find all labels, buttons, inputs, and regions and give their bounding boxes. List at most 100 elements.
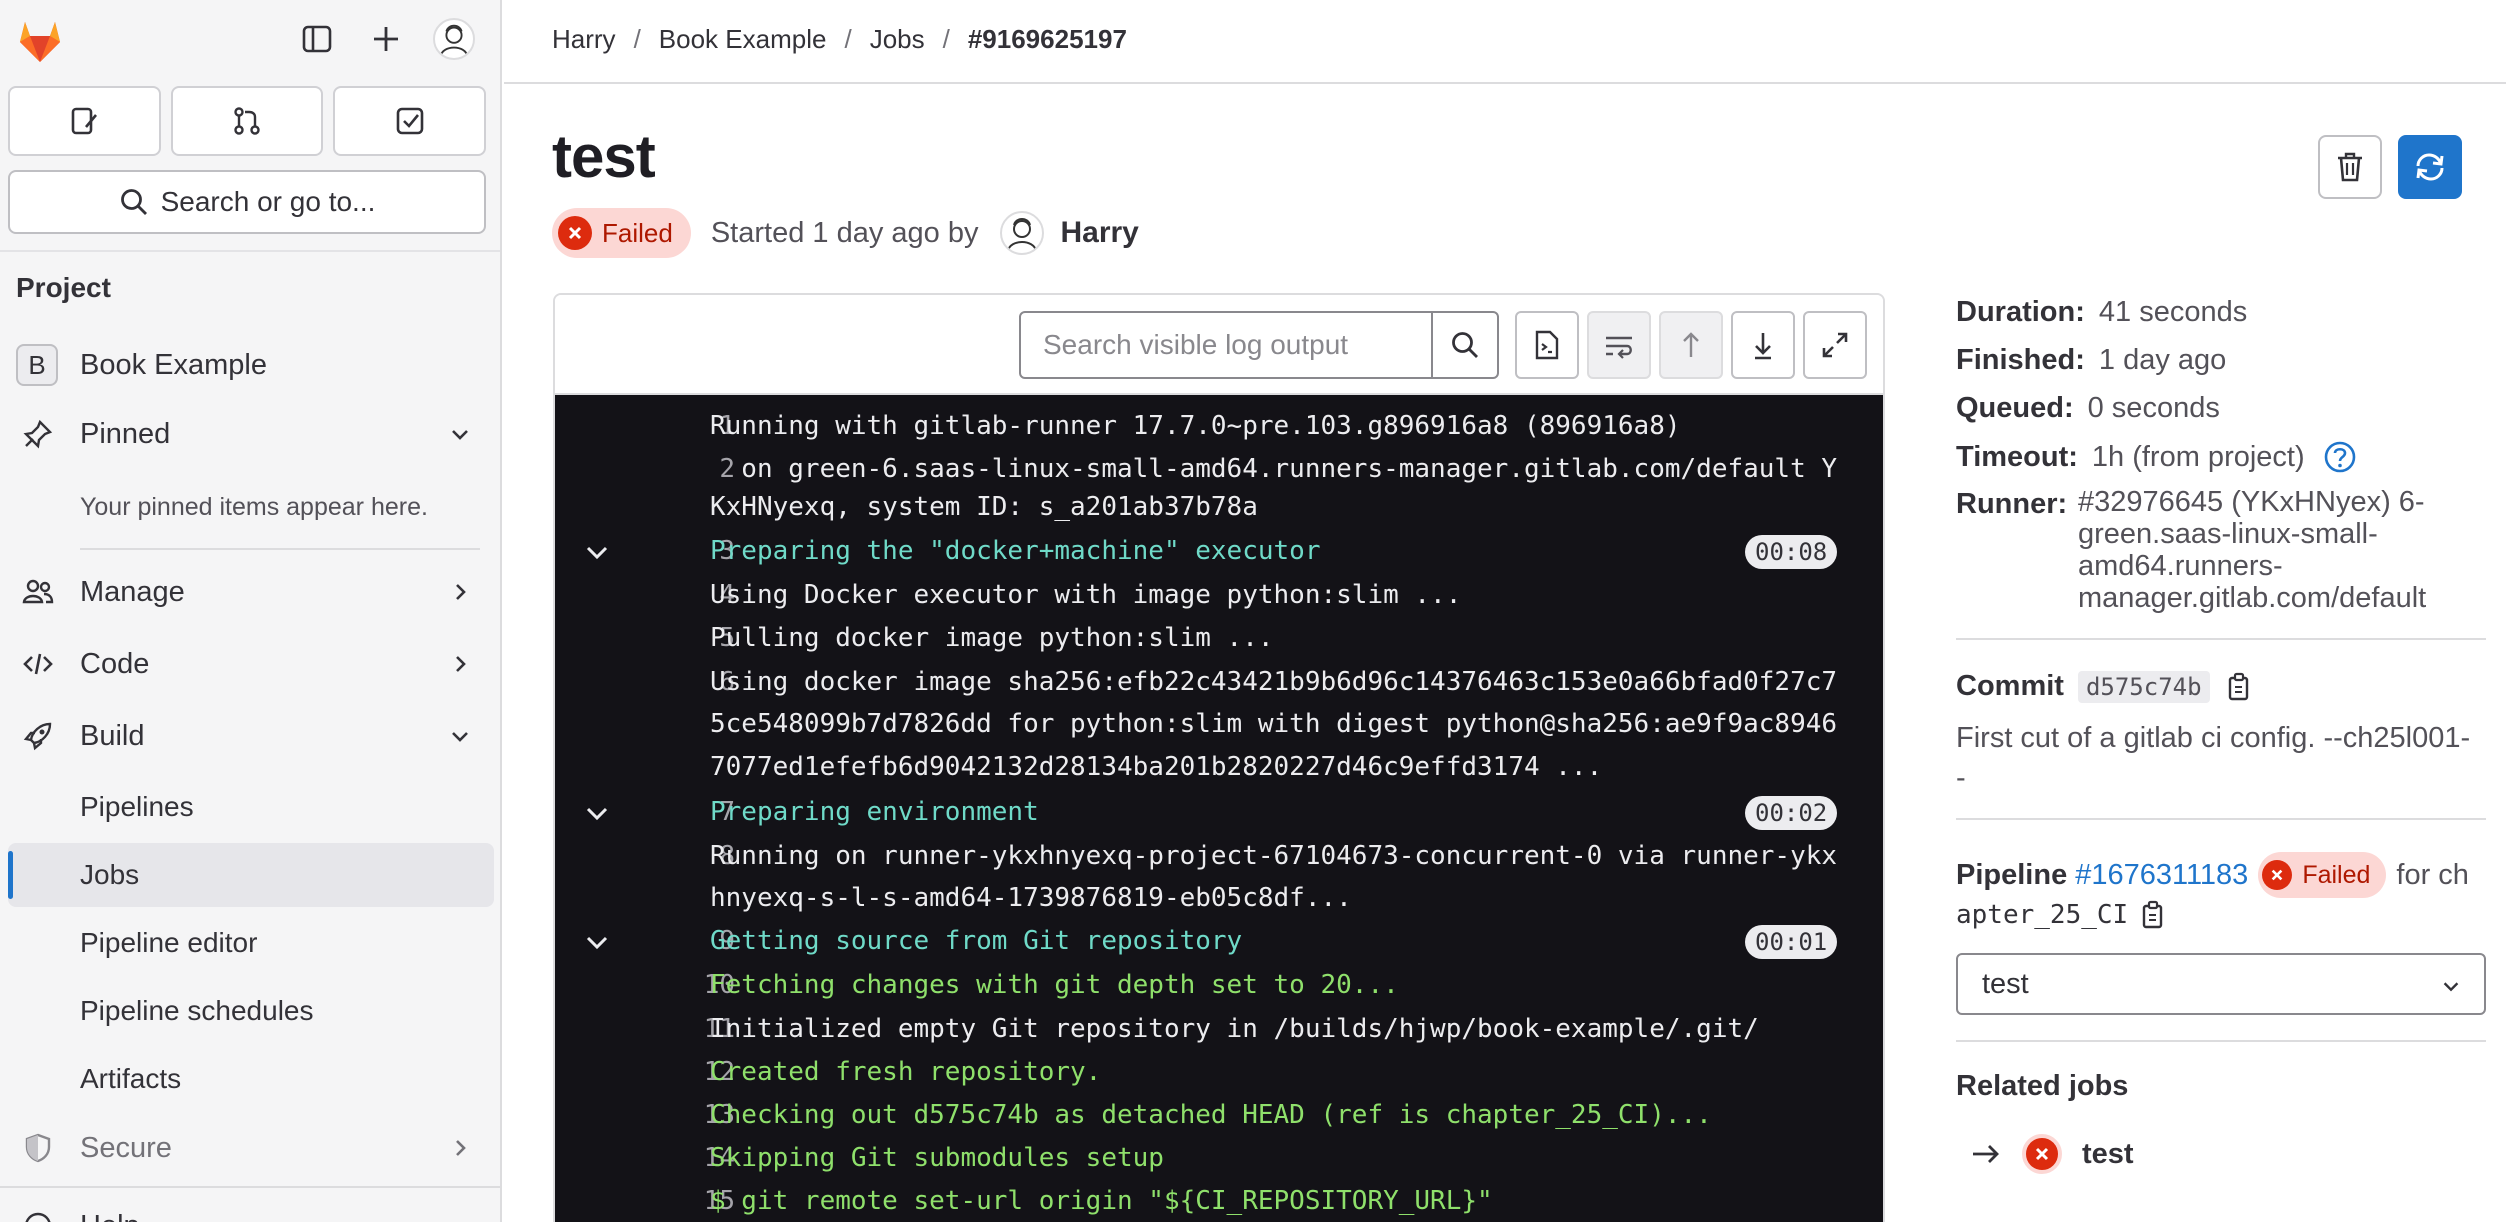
chevron-down-icon[interactable] xyxy=(583,930,611,954)
commit-sha[interactable]: d575c74b xyxy=(2077,670,2210,703)
duration-value: 41 seconds xyxy=(2098,296,2248,328)
divider xyxy=(80,548,480,550)
user-avatar[interactable] xyxy=(433,18,475,60)
log-line: 9 Getting source from Git repository 00:01 xyxy=(555,920,1883,963)
pipeline-status-label: Failed xyxy=(2302,860,2371,889)
pinned-empty-note: Your pinned items appear here. xyxy=(80,493,428,521)
log-line: 15 $ git remote set-url origin "${CI_REPO… xyxy=(555,1180,1883,1222)
duration-row: Duration: 41 seconds xyxy=(1956,296,2247,329)
chevron-right-icon xyxy=(456,584,466,600)
merge-requests-tab[interactable] xyxy=(170,86,324,156)
sidebar: Search or go to... Project B Book Exampl… xyxy=(0,0,502,1222)
log-line: 11 Initialized empty Git repository in /b… xyxy=(555,1008,1883,1051)
help-button[interactable]: Help xyxy=(0,1196,500,1222)
sidebar-item-label: Build xyxy=(80,719,145,752)
queued-value: 0 seconds xyxy=(2087,392,2220,424)
commit-row: Commit d575c74b xyxy=(1956,670,2252,703)
log-text: Initialized empty Git repository in /bui… xyxy=(710,1014,1759,1044)
pipeline-label: Pipeline xyxy=(1956,858,2068,891)
todos-tab[interactable] xyxy=(333,86,487,156)
maximize-icon xyxy=(1822,332,1848,358)
issues-tab[interactable] xyxy=(8,86,161,156)
trash-icon xyxy=(2338,152,2362,182)
page-title: test xyxy=(552,123,656,190)
users-icon xyxy=(20,574,56,610)
gitlab-logo-icon[interactable] xyxy=(12,12,68,68)
project-link[interactable]: B Book Example xyxy=(0,335,500,395)
chevron-down-icon xyxy=(2443,982,2459,992)
wrap-lines-button[interactable] xyxy=(1587,311,1651,379)
failed-icon xyxy=(2022,1134,2062,1174)
breadcrumb-jobs[interactable]: Jobs xyxy=(870,24,925,55)
runner-row: Runner: xyxy=(1956,488,2081,521)
log-line: 10 Fetching changes with git depth set to… xyxy=(555,964,1883,1007)
scroll-bottom-button[interactable] xyxy=(1731,311,1795,379)
chevron-right-icon xyxy=(456,1140,466,1156)
sidebar-item-build[interactable]: Build xyxy=(0,706,500,766)
author-avatar[interactable] xyxy=(1000,211,1045,255)
sidebar-subitem-artifacts[interactable]: Artifacts xyxy=(80,1063,181,1095)
toggle-sidebar-icon[interactable] xyxy=(296,18,338,60)
log-section-header: Preparing environment xyxy=(710,797,1039,827)
log-line: 3 Preparing the "docker+machine" executor… xyxy=(555,530,1883,573)
chevron-down-icon[interactable] xyxy=(583,540,611,564)
help-icon[interactable] xyxy=(2323,440,2357,474)
sidebar-item-pinned[interactable]: Pinned xyxy=(0,404,500,464)
timeout-label: Timeout: xyxy=(1956,440,2078,473)
raw-file-icon xyxy=(1535,330,1559,360)
chevron-down-icon[interactable] xyxy=(583,801,611,825)
queued-label: Queued: xyxy=(1956,392,2074,424)
search-button[interactable]: Search or go to... xyxy=(8,170,486,234)
scroll-top-button[interactable] xyxy=(1659,311,1723,379)
arrow-right-icon xyxy=(1973,1145,1999,1163)
related-job-item[interactable]: test xyxy=(1970,1134,2134,1174)
pipeline-ref[interactable]: apter_25_CI xyxy=(1956,900,2128,930)
create-new-icon[interactable] xyxy=(365,18,407,60)
sidebar-item-secure[interactable]: Secure xyxy=(0,1118,500,1178)
breadcrumb-user[interactable]: Harry xyxy=(552,24,616,55)
sidebar-item-manage[interactable]: Manage xyxy=(0,562,500,622)
sidebar-subitem-pipeline-editor[interactable]: Pipeline editor xyxy=(80,927,257,959)
log-text: Using Docker executor with image python:… xyxy=(710,580,1462,610)
top-bar: Harry / Book Example / Jobs / #916962519… xyxy=(504,0,2506,84)
log-section-header: Preparing the "docker+machine" executor xyxy=(710,536,1321,566)
sidebar-header xyxy=(0,0,500,78)
author-name[interactable]: Harry xyxy=(1060,216,1138,250)
breadcrumb-current-job[interactable]: #9169625197 xyxy=(968,24,1127,55)
sidebar-subitem-jobs[interactable]: Jobs xyxy=(80,859,139,891)
status-badge[interactable]: Failed xyxy=(552,208,691,258)
log-search-input[interactable] xyxy=(1021,313,1435,377)
section-heading: Project xyxy=(16,272,111,303)
erase-job-button[interactable] xyxy=(2318,135,2382,199)
sidebar-item-label: Code xyxy=(80,647,150,680)
copy-icon[interactable] xyxy=(2226,672,2252,702)
pipeline-link[interactable]: #1676311183 xyxy=(2075,859,2248,892)
divider xyxy=(1956,1040,2486,1042)
divider xyxy=(0,250,500,252)
breadcrumb: Harry / Book Example / Jobs / #916962519… xyxy=(552,24,1127,55)
sidebar-quick-tabs xyxy=(8,86,487,156)
finished-label: Finished: xyxy=(1956,344,2085,376)
copy-icon[interactable] xyxy=(2140,900,2166,930)
sidebar-subitem-pipeline-schedules[interactable]: Pipeline schedules xyxy=(80,995,314,1027)
code-icon xyxy=(20,646,56,682)
pipeline-status-badge[interactable]: Failed xyxy=(2258,852,2387,898)
fullscreen-button[interactable] xyxy=(1803,311,1867,379)
log-search-button[interactable] xyxy=(1431,311,1499,379)
started-text: Started 1 day ago by xyxy=(710,216,979,249)
log-line: KxHNyexq, system ID: s_a201ab37b78a xyxy=(555,486,1883,529)
log-line: 8 Running on runner-ykxhnyexq-project-671… xyxy=(555,835,1883,878)
sidebar-item-code[interactable]: Code xyxy=(0,634,500,694)
log-line: 5ce548099b7d7826dd for python:slim with … xyxy=(555,703,1883,746)
related-jobs-title: Related jobs xyxy=(1956,1070,2129,1102)
show-raw-button[interactable] xyxy=(1515,311,1579,379)
help-label: Help xyxy=(80,1210,140,1222)
breadcrumb-project[interactable]: Book Example xyxy=(659,24,827,55)
log-toolbar xyxy=(555,295,1883,395)
runner-label: Runner: xyxy=(1956,488,2068,520)
runner-value: #32976645 (YKxHNyex) 6-green.saas-linux-… xyxy=(2078,486,2427,614)
retry-job-button[interactable] xyxy=(2398,135,2462,199)
sidebar-subitem-pipelines[interactable]: Pipelines xyxy=(80,791,194,823)
stage-select[interactable]: test xyxy=(1956,953,2486,1015)
log-line: 12 Created fresh repository. xyxy=(555,1051,1883,1094)
